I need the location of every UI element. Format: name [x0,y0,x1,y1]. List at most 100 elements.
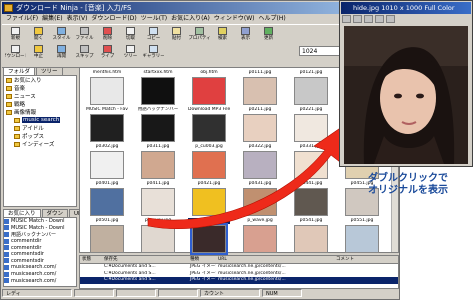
detail-cell [334,277,394,284]
toolbar-button-9[interactable]: 検索 [212,27,233,43]
status-pane: NUM [262,289,302,297]
download-toolbar-button-1[interactable]: 中止 [28,45,49,61]
download-toolbar-button-2[interactable]: 再開 [51,45,72,61]
toolbar-button-11[interactable]: 更新 [258,27,279,43]
thumbnail-cell[interactable]: p0322.jpg [239,144,281,180]
toolbar-button-4[interactable]: 削除 [97,27,118,43]
download-toolbar-button-0[interactable]: ダウンロード [5,45,26,61]
list-item[interactable]: commentsdir [4,258,76,265]
download-toolbar-button-5[interactable]: ツリー [120,45,141,61]
tree-item[interactable]: 戦略 [4,100,76,108]
thumbnail-cell[interactable]: p0331.jpg [290,144,332,180]
status-bar: レディ カウント NUM [2,289,398,298]
list-item[interactable]: musicsearch.com/ [4,271,76,278]
download-toolbar-button-6[interactable]: ギャラリー [143,45,164,61]
menu-item-1[interactable]: 編集(E) [42,14,62,23]
detail-row[interactable]: C:¥Documents and S... JPEG イメージmusicsearc… [80,277,398,284]
menu-item-6[interactable]: ウィンドウ(W) [214,14,255,23]
list-item[interactable]: 用語バックナンバー [4,231,76,238]
toolbar-button-5[interactable]: 切取 [120,27,141,43]
thumbnail-cell[interactable]: p0431.jpg [239,181,281,217]
thumbnail-cell[interactable]: startxxx.htm [137,70,179,106]
toolbar-icon-1 [34,27,43,35]
thumbnail-cell[interactable]: menthis.htm [86,70,128,106]
thumbnail-image [192,77,226,105]
toolbar-button-10[interactable]: 表示 [235,27,256,43]
list-item[interactable]: commentdir [4,238,76,245]
menu-item-2[interactable]: 表示(V) [67,14,88,23]
toolbar-button-7[interactable]: 貼付 [166,27,187,43]
list-item[interactable]: musicsearch.com/ [4,277,76,284]
viewer-zoom-icon[interactable] [364,15,373,23]
thumbnail-cell[interactable]: p0111.jpg [239,70,281,106]
toolbar-button-1[interactable]: 開く [28,27,49,43]
tree-item-label: 画像情報 [14,110,37,116]
thumbnail-caption: p0541.jpg [299,218,323,223]
toolbar-button-6[interactable]: コピー [143,27,164,43]
toolbar-button-0[interactable]: 新規 [5,27,26,43]
thumbnail-cell[interactable]: p0311.jpg [137,144,179,180]
download-toolbar-button-4[interactable]: ライブ [97,45,118,61]
thumbnail-image [90,188,124,216]
column-header[interactable]: 保存先 [102,256,188,263]
thumbnail-cell[interactable]: p0401.jpg [86,181,128,217]
thumbnail-cell[interactable]: p0411.jpg [137,181,179,217]
thumbnail-cell[interactable]: 用語バックナンバー [137,107,179,143]
tree-item[interactable]: 画像情報 [4,108,76,116]
thumbnail-cell[interactable]: p0551.jpg [341,218,383,254]
download-toolbar-icon-2 [57,45,66,53]
toolbar-button-2[interactable]: スタイル [51,27,72,43]
column-header[interactable]: コメント [334,256,394,263]
list-item-label: commentdir [11,238,42,245]
menu-item-0[interactable]: ファイル(F) [6,14,38,23]
tree-item[interactable]: アイドル [4,124,76,132]
thumbnail-cell[interactable]: p0121.jpg [290,70,332,106]
column-header[interactable]: 状態 [80,256,102,263]
download-toolbar-icon-4 [103,45,112,53]
download-toolbar-button-3[interactable]: スキップ [74,45,95,61]
column-header[interactable]: 種類 [188,256,216,263]
thumbnail-cell[interactable]: p0501.jpg [86,218,128,254]
thumbnail-cell[interactable]: p0541.jpg [290,218,332,254]
thumbnail-caption: p0121.jpg [299,70,323,75]
thumbnail-cell[interactable]: p0421.jpg [188,181,230,217]
thumbnail-cell[interactable]: p0221.jpg [290,107,332,143]
app-icon [4,4,13,12]
thumbnail-cell[interactable]: obj.htm [188,70,230,106]
viewer-next-icon[interactable] [353,15,362,23]
menu-item-5[interactable]: お気に入り(A) [171,14,210,23]
thumbnail-cell[interactable]: MUSIC Match - Fav [86,107,128,143]
tree-item[interactable]: ニュース [4,92,76,100]
list-item[interactable]: MUSIC Match - Downl [4,218,76,225]
thumbnail-cell[interactable]: p0302.jpg [86,144,128,180]
list-item[interactable]: commentdir [4,244,76,251]
globe-icon [4,278,9,284]
toolbar-button-3[interactable]: ファイル [74,27,95,43]
tree-item[interactable]: music search [4,116,76,124]
column-header[interactable]: URL [216,256,334,263]
thumbnail-cell[interactable]: p_wave.jpg [239,218,281,254]
tree-item[interactable]: ポップス [4,132,76,140]
viewer-title: hide.jpg 1010 x 1000 Full Color [353,4,455,12]
list-item-label: MUSIC Match - Downl [11,224,65,231]
list-item[interactable]: musicsearch.com/ [4,264,76,271]
thumbnail-cell[interactable]: hide.jpg [188,218,230,255]
thumbnail-caption: p0302.jpg [95,144,119,149]
thumbnail-cell[interactable]: p0441.jpg [290,181,332,217]
menu-item-7[interactable]: ヘルプ(H) [259,14,286,23]
thumbnail-cell[interactable]: p_sevev.jpg [137,218,179,254]
tree-item[interactable]: インディーズ [4,140,76,148]
tree-item[interactable]: お気に入り [4,76,76,84]
viewer-close-icon[interactable] [386,15,395,23]
toolbar-button-8[interactable]: プロパティ [189,27,210,43]
menu-item-4[interactable]: ツール(T) [141,14,167,23]
viewer-prev-icon[interactable] [342,15,351,23]
menu-item-3[interactable]: ダウンロード(D) [91,14,136,23]
list-item[interactable]: MUSIC Match - Downl [4,225,76,232]
viewer-fit-icon[interactable] [375,15,384,23]
thumbnail-cell[interactable]: p0211.jpg [239,107,281,143]
thumbnail-cell[interactable]: p_cu003.jpg [188,144,230,180]
list-item[interactable]: commentsdir [4,251,76,258]
thumbnail-cell[interactable]: Download MP3 File [188,107,230,143]
tree-item[interactable]: 音楽 [4,84,76,92]
